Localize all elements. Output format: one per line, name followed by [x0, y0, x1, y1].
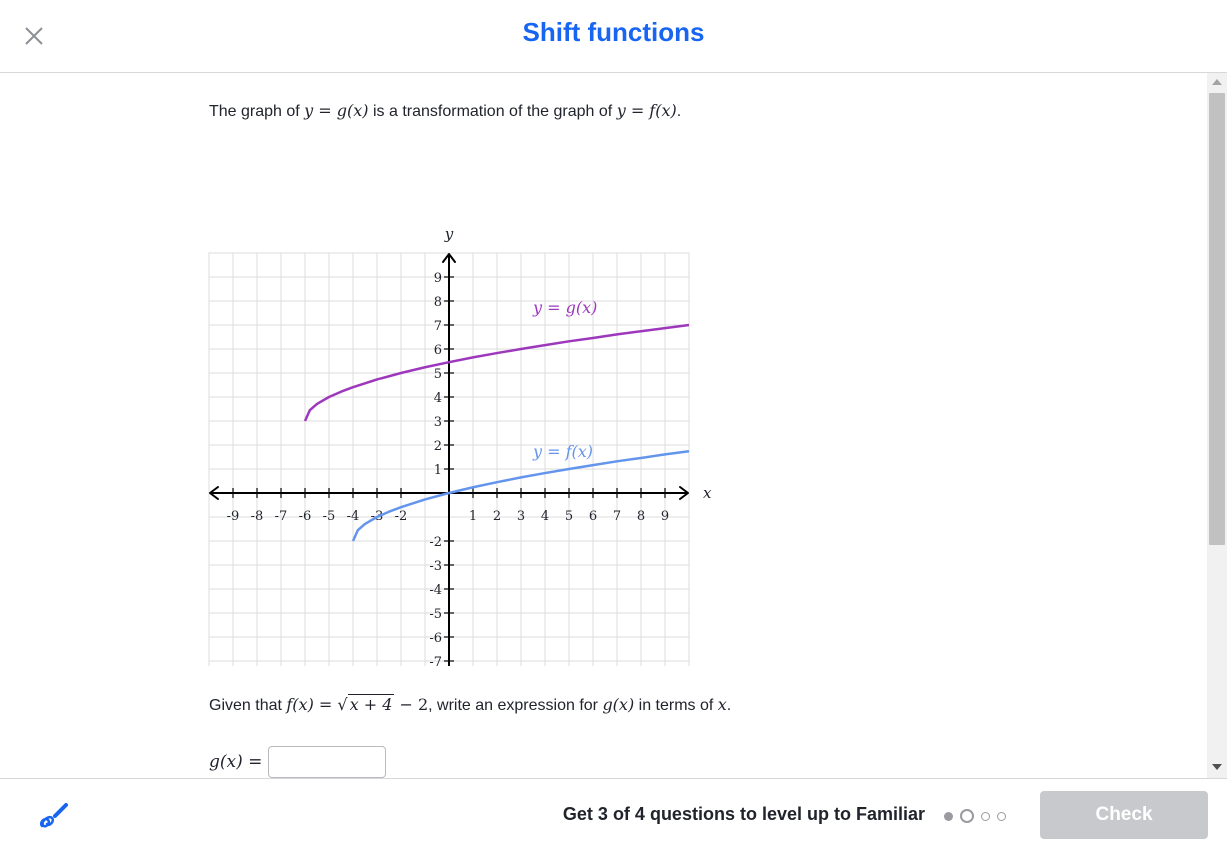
x-tick-label: -2	[395, 509, 408, 524]
y-tick-label: 6	[434, 343, 442, 358]
question-expr-g: y = g(x)	[304, 101, 369, 120]
y-tick-label: 9	[434, 271, 442, 286]
y-tick-label: -7	[429, 655, 442, 666]
vertical-scrollbar[interactable]	[1207, 73, 1227, 778]
progress-dot-remaining	[981, 811, 990, 821]
given-g-expr: g(x)	[602, 695, 635, 714]
x-tick-label: 4	[541, 509, 549, 524]
y-tick-label: -4	[429, 583, 442, 598]
question-text: The graph of y = g(x) is a transformatio…	[209, 101, 681, 121]
y-tick-label: -3	[429, 559, 442, 574]
x-tick-label: 7	[613, 509, 621, 524]
x-tick-label: -7	[275, 509, 288, 524]
x-tick-label: 3	[517, 509, 525, 524]
question-expr-f: y = f(x)	[616, 101, 677, 120]
exercise-content: The graph of y = g(x) is a transformatio…	[0, 73, 1207, 778]
header: Shift functions	[0, 0, 1227, 73]
progress-dot-remaining	[997, 811, 1006, 821]
y-tick-label: 5	[434, 367, 442, 382]
y-tick-label: 3	[434, 415, 442, 430]
answer-row: g(x) =	[209, 746, 387, 778]
f-curve-label: y = f(x)	[532, 442, 593, 461]
level-up-message: Get 3 of 4 questions to level up to Fami…	[562, 804, 925, 824]
x-tick-label: 5	[565, 509, 573, 524]
g-curve-label: y = g(x)	[532, 298, 597, 317]
y-tick-label: -6	[429, 631, 442, 646]
page-title: Shift functions	[522, 17, 705, 47]
scroll-thumb[interactable]	[1209, 93, 1225, 545]
y-tick-label: 2	[434, 439, 442, 454]
sqrt-expression: √ x + 4	[337, 694, 395, 714]
y-tick-label: 8	[434, 295, 442, 310]
y-tick-label: 4	[434, 391, 442, 406]
given-f-rest: − 2	[394, 695, 429, 714]
x-tick-label: -6	[299, 509, 312, 524]
given-middle: , write an expression for	[428, 697, 603, 714]
x-tick-label: 8	[637, 509, 645, 524]
coordinate-graph: -9 -8 -7 -6 -5 -4 -3 -2 1 2 3 4 5 6 7 8 9987654321-2-3-4…	[208, 225, 712, 666]
y-axis-label: y	[444, 225, 454, 243]
x-tick-label: 2	[493, 509, 501, 524]
x-tick-label: -4	[347, 509, 360, 524]
scroll-up-icon[interactable]	[1212, 79, 1222, 85]
sqrt-radicand: x + 4	[347, 694, 395, 714]
question-suffix: .	[676, 103, 682, 120]
given-terms: in terms of	[634, 697, 718, 714]
check-button[interactable]: Check	[1040, 791, 1208, 839]
scratchpad-button[interactable]	[36, 799, 70, 833]
y-tick-label: -2	[429, 535, 442, 550]
x-tick-label: -8	[251, 509, 264, 524]
x-tick-label: 1	[469, 509, 477, 524]
answer-input[interactable]	[268, 746, 387, 778]
given-prefix: Given that	[209, 697, 287, 714]
x-tick-label: 6	[589, 509, 597, 524]
footer: Get 3 of 4 questions to level up to Fami…	[0, 778, 1227, 849]
scratchpad-pencil-icon	[40, 803, 68, 828]
y-tick-label: 1	[434, 463, 442, 478]
y-tick-label: -5	[429, 607, 442, 622]
question-middle: is a transformation of the graph of	[368, 103, 617, 120]
x-tick-label: -9	[227, 509, 240, 524]
progress-dot-completed	[944, 811, 953, 821]
answer-label: g(x) =	[209, 752, 263, 772]
progress-dot-current	[960, 809, 974, 823]
scroll-down-icon[interactable]	[1212, 764, 1222, 770]
x-axis-label: x	[703, 484, 712, 502]
given-f-lhs: f(x) =	[286, 695, 338, 714]
x-tick-label: -5	[323, 509, 336, 524]
progress-dots	[944, 809, 1006, 823]
y-tick-label: 7	[434, 319, 442, 334]
given-suffix: .	[726, 697, 732, 714]
x-tick-label: 9	[661, 509, 669, 524]
question-prefix: The graph of	[209, 103, 305, 120]
given-var: x	[717, 695, 727, 714]
given-text: Given that f(x) = √ x + 4 − 2, write an e…	[209, 694, 732, 715]
